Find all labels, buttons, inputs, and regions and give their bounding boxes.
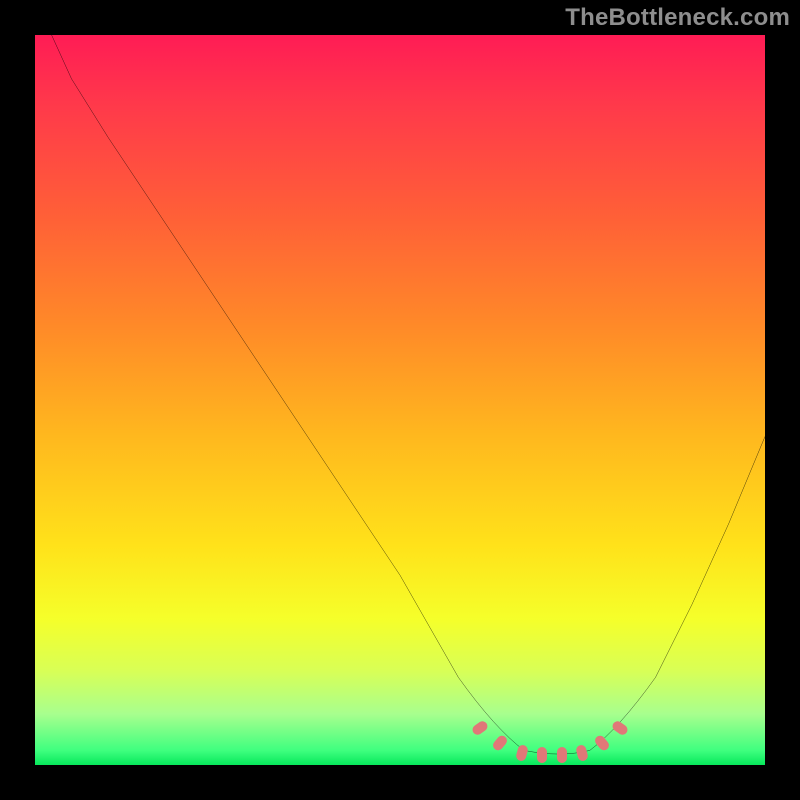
bottleneck-curve — [35, 35, 765, 765]
chart-frame: TheBottleneck.com — [0, 0, 800, 800]
curve-path — [35, 35, 765, 754]
watermark-text: TheBottleneck.com — [565, 4, 790, 32]
plot-area — [35, 35, 765, 765]
trough-marker-icon — [557, 747, 567, 763]
trough-marker-icon — [537, 747, 547, 763]
